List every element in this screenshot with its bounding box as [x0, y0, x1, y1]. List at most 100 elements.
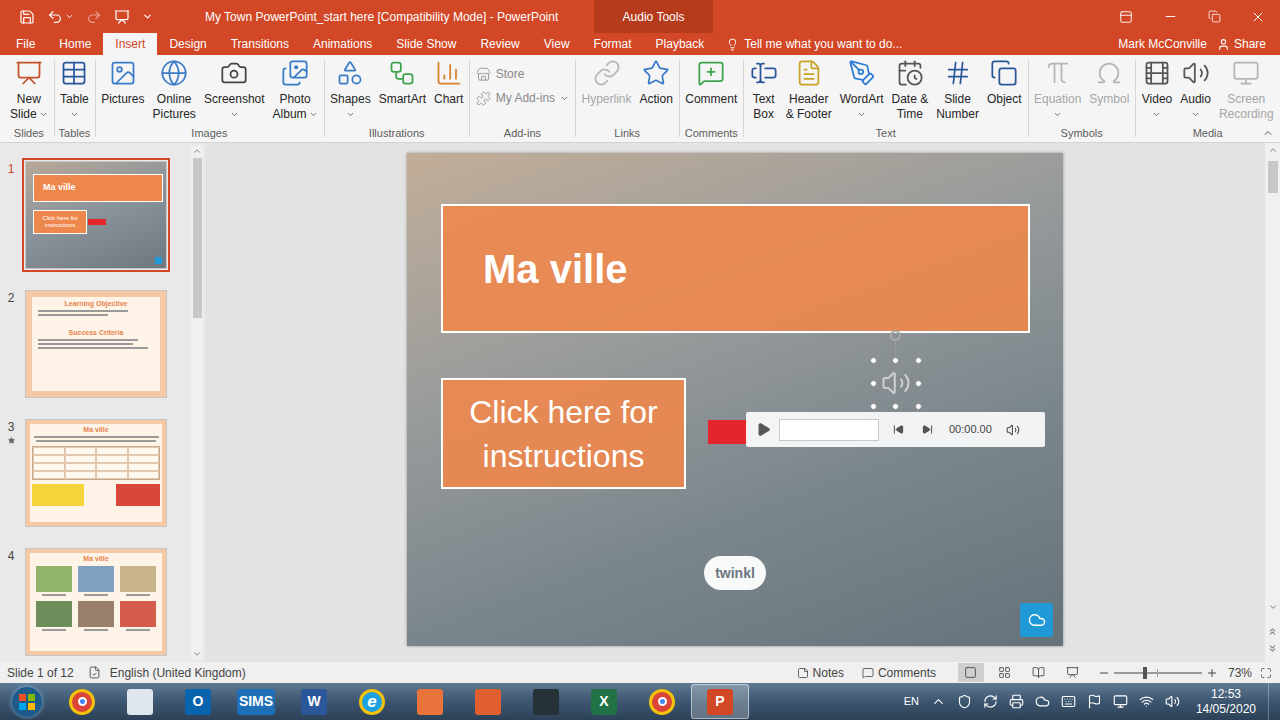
skip-forward-icon[interactable] [922, 424, 933, 435]
ribbon-tab[interactable]: Animations [301, 33, 384, 55]
ribbon-button[interactable]: ScreenRecording [1215, 55, 1278, 122]
vertical-scrollbar[interactable] [1265, 143, 1280, 662]
thumbnail-row[interactable]: 4Ma ville [0, 545, 191, 659]
tray-icon[interactable] [931, 694, 946, 709]
scroll-down-icon[interactable] [192, 649, 202, 659]
taskbar-app[interactable] [517, 684, 575, 719]
tray-icon[interactable] [1061, 694, 1076, 709]
ribbon-button[interactable]: Pictures [97, 55, 148, 107]
fit-to-window-icon[interactable] [1260, 667, 1272, 679]
ribbon-button[interactable]: SlideNumber [932, 55, 983, 122]
clock[interactable]: 12:5314/05/2020 [1196, 687, 1256, 717]
taskbar-app[interactable]: X [575, 684, 633, 719]
scroll-up-icon[interactable] [1268, 145, 1278, 155]
thumbnail-scrollbar[interactable] [191, 146, 203, 659]
ribbon-button[interactable]: Shapes [326, 55, 375, 122]
scroll-down-icon[interactable] [1268, 602, 1278, 612]
selection-handle[interactable] [915, 403, 922, 410]
start-from-beginning-icon[interactable] [114, 9, 130, 25]
view-button[interactable] [958, 663, 984, 682]
input-language[interactable]: EN [904, 693, 919, 710]
ribbon-button[interactable]: Chart [430, 55, 467, 107]
thumbnail-frame[interactable]: Ma villeClick here for instructions [22, 158, 170, 272]
language-indicator[interactable]: English (United Kingdom) [110, 664, 246, 682]
ribbon-small-button[interactable]: My Add-ins [472, 88, 573, 108]
view-button[interactable] [1026, 663, 1052, 682]
ribbon-tab[interactable]: Playback [644, 33, 717, 55]
selection-handle[interactable] [892, 357, 899, 364]
ribbon-tab[interactable]: Review [468, 33, 531, 55]
ribbon-tab[interactable]: File [4, 33, 47, 55]
ribbon-button[interactable]: Object [983, 55, 1026, 107]
ribbon-button[interactable]: TextBox [746, 55, 782, 122]
selection-handle[interactable] [870, 403, 877, 410]
ribbon-button[interactable]: Screenshot [200, 55, 269, 122]
ribbon-button[interactable]: Video [1138, 55, 1176, 122]
taskbar-app[interactable] [401, 684, 459, 719]
account-name[interactable]: Mark McConville [1118, 33, 1217, 55]
show-desktop[interactable] [1268, 683, 1280, 720]
redo-icon[interactable] [86, 9, 102, 25]
tray-icon[interactable] [1165, 694, 1180, 709]
zoom-level[interactable]: 73% [1228, 664, 1252, 682]
tell-me-box[interactable]: Tell me what you want to do... [726, 33, 902, 55]
ribbon-button[interactable]: Header& Footer [782, 55, 836, 122]
selection-handle[interactable] [870, 380, 877, 387]
thumbnail-row[interactable]: 2Learning ObjectiveSuccess Criteria [0, 287, 191, 401]
taskbar-app[interactable] [111, 684, 169, 719]
zoom-out-icon[interactable] [1098, 667, 1110, 679]
ribbon-button[interactable]: Hyperlink [578, 55, 636, 107]
taskbar-app[interactable]: O [169, 684, 227, 719]
red-shape[interactable] [708, 420, 748, 444]
start-button[interactable] [0, 687, 53, 717]
tray-icon[interactable] [1035, 694, 1050, 709]
restore-button[interactable] [1192, 0, 1236, 33]
thumbnail-frame[interactable]: Ma ville [22, 545, 170, 659]
thumbnail-row[interactable]: 3Ma ville [0, 416, 191, 530]
thumbnail-frame[interactable]: Learning ObjectiveSuccess Criteria [22, 287, 170, 401]
ribbon-button[interactable]: SmartArt [375, 55, 430, 107]
collapse-ribbon-icon[interactable] [1262, 127, 1274, 139]
ribbon-button[interactable]: WordArt [836, 55, 888, 122]
selection-handle[interactable] [915, 357, 922, 364]
comments-button[interactable]: Comments [862, 664, 936, 682]
thumbnail-frame[interactable]: Ma ville [22, 416, 170, 530]
taskbar-app[interactable]: W [285, 684, 343, 719]
selection-handle[interactable] [915, 380, 922, 387]
notes-button[interactable]: Notes [797, 664, 844, 682]
taskbar-app[interactable]: P [691, 684, 749, 719]
ribbon-button[interactable]: Symbol [1085, 55, 1133, 107]
skip-back-icon[interactable] [893, 424, 904, 435]
ribbon-tab[interactable]: Design [157, 33, 218, 55]
volume-icon[interactable] [1006, 423, 1020, 437]
instructions-button[interactable]: Click here for instructions [441, 378, 686, 489]
next-slide-icon[interactable] [1267, 643, 1278, 654]
tray-icon[interactable] [957, 694, 972, 709]
customize-toolbar-icon[interactable] [142, 11, 153, 22]
ribbon-tab[interactable]: Slide Show [384, 33, 468, 55]
audio-object[interactable] [873, 360, 919, 407]
ribbon-button[interactable]: Date &Time [888, 55, 933, 122]
ribbon-button[interactable]: PhotoAlbum [269, 55, 322, 122]
previous-slide-icon[interactable] [1267, 626, 1278, 637]
ribbon-display-options[interactable] [1104, 0, 1148, 33]
taskbar-app[interactable] [633, 684, 691, 719]
ribbon-button[interactable]: NewSlide [6, 55, 52, 122]
close-button[interactable] [1236, 0, 1280, 33]
tray-icon[interactable] [983, 694, 998, 709]
zoom-thumb[interactable] [1143, 667, 1147, 679]
scroll-up-icon[interactable] [192, 146, 202, 156]
tray-icon[interactable] [1139, 694, 1154, 709]
ribbon-tab[interactable]: View [532, 33, 582, 55]
tray-icon[interactable] [1009, 694, 1024, 709]
taskbar-app[interactable]: SIMS [227, 684, 285, 719]
scroll-thumb[interactable] [1268, 161, 1278, 193]
slide-title-box[interactable]: Ma ville [441, 204, 1030, 333]
tray-icon[interactable] [1113, 694, 1128, 709]
thumbnail-row[interactable]: 1Ma villeClick here for instructions [0, 158, 191, 272]
zoom-slider[interactable] [1114, 667, 1202, 679]
spelling-icon[interactable] [88, 666, 101, 679]
ribbon-tab[interactable]: Insert [103, 33, 157, 55]
minimize-button[interactable] [1148, 0, 1192, 33]
ribbon-button[interactable]: OnlinePictures [149, 55, 200, 122]
